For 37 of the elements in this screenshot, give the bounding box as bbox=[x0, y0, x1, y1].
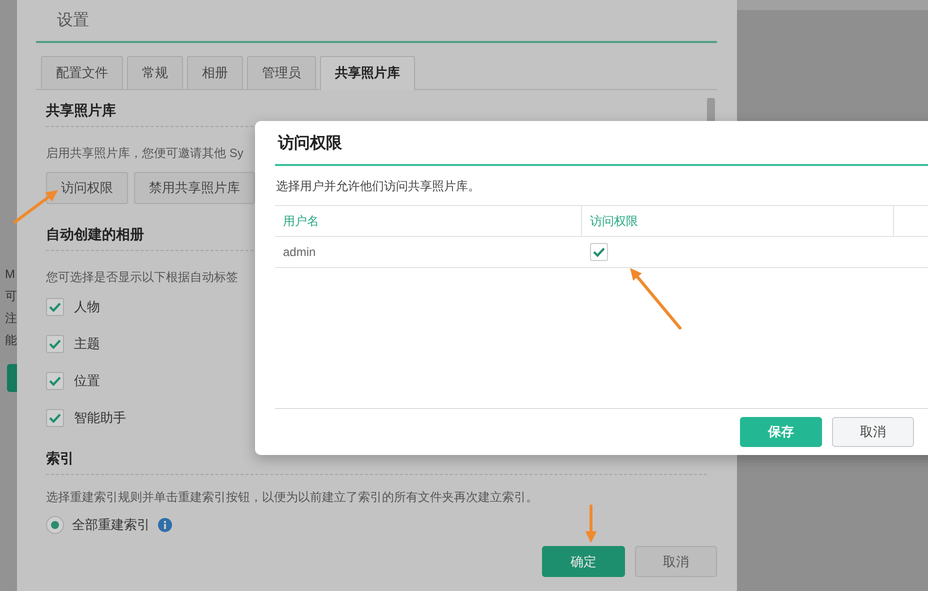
cancel-button[interactable]: 取消 bbox=[635, 546, 717, 577]
column-header[interactable]: 用户名 bbox=[275, 206, 582, 236]
checkbox[interactable] bbox=[46, 298, 64, 316]
dialog-description: 选择用户并允许他们访问共享照片库。 bbox=[276, 178, 481, 195]
radio-label: 全部重建索引 bbox=[72, 516, 150, 534]
table-cell: admin bbox=[275, 236, 582, 268]
tab[interactable]: 共享照片库 bbox=[320, 56, 415, 90]
checkbox-label: 智能助手 bbox=[74, 408, 126, 426]
checkbox[interactable] bbox=[46, 372, 64, 390]
annotation-arrow bbox=[585, 504, 597, 543]
tab[interactable]: 相册 bbox=[187, 56, 243, 89]
tab[interactable]: 管理员 bbox=[247, 56, 316, 89]
info-icon[interactable] bbox=[158, 518, 172, 532]
checkbox[interactable] bbox=[590, 243, 608, 261]
annotation-arrow bbox=[630, 268, 682, 330]
background-text: 注 bbox=[5, 312, 17, 324]
background-text: M bbox=[5, 268, 15, 280]
checkbox-label: 主题 bbox=[74, 334, 100, 352]
column-header[interactable]: 访问权限 bbox=[582, 206, 894, 236]
tab[interactable]: 常规 bbox=[127, 56, 183, 89]
annotation-arrow bbox=[14, 190, 58, 224]
checkbox[interactable] bbox=[46, 408, 64, 426]
ok-button[interactable]: 确定 bbox=[542, 546, 625, 577]
cancel-button[interactable]: 取消 bbox=[832, 417, 914, 447]
dialog-title: 设置 bbox=[36, 0, 717, 43]
checkbox-label: 人物 bbox=[74, 298, 100, 316]
section-description: 启用共享照片库，您便可邀请其他 Sy bbox=[46, 145, 244, 162]
action-button[interactable]: 访问权限 bbox=[46, 172, 128, 204]
background-text: 可 bbox=[5, 290, 17, 302]
background-text: 能 bbox=[5, 334, 17, 346]
checkbox-label: 位置 bbox=[74, 372, 100, 390]
section-description: 您可选择是否显示以下根据自动标签 bbox=[46, 269, 239, 286]
radio-button[interactable] bbox=[46, 516, 64, 534]
action-button[interactable]: 禁用共享照片库 bbox=[134, 172, 255, 204]
checkbox[interactable] bbox=[46, 334, 64, 352]
section-description: 选择重建索引规则并单击重建索引按钮，以便为以前建立了索引的所有文件夹再次建立索引。 bbox=[46, 489, 539, 506]
tab[interactable]: 配置文件 bbox=[41, 56, 123, 89]
